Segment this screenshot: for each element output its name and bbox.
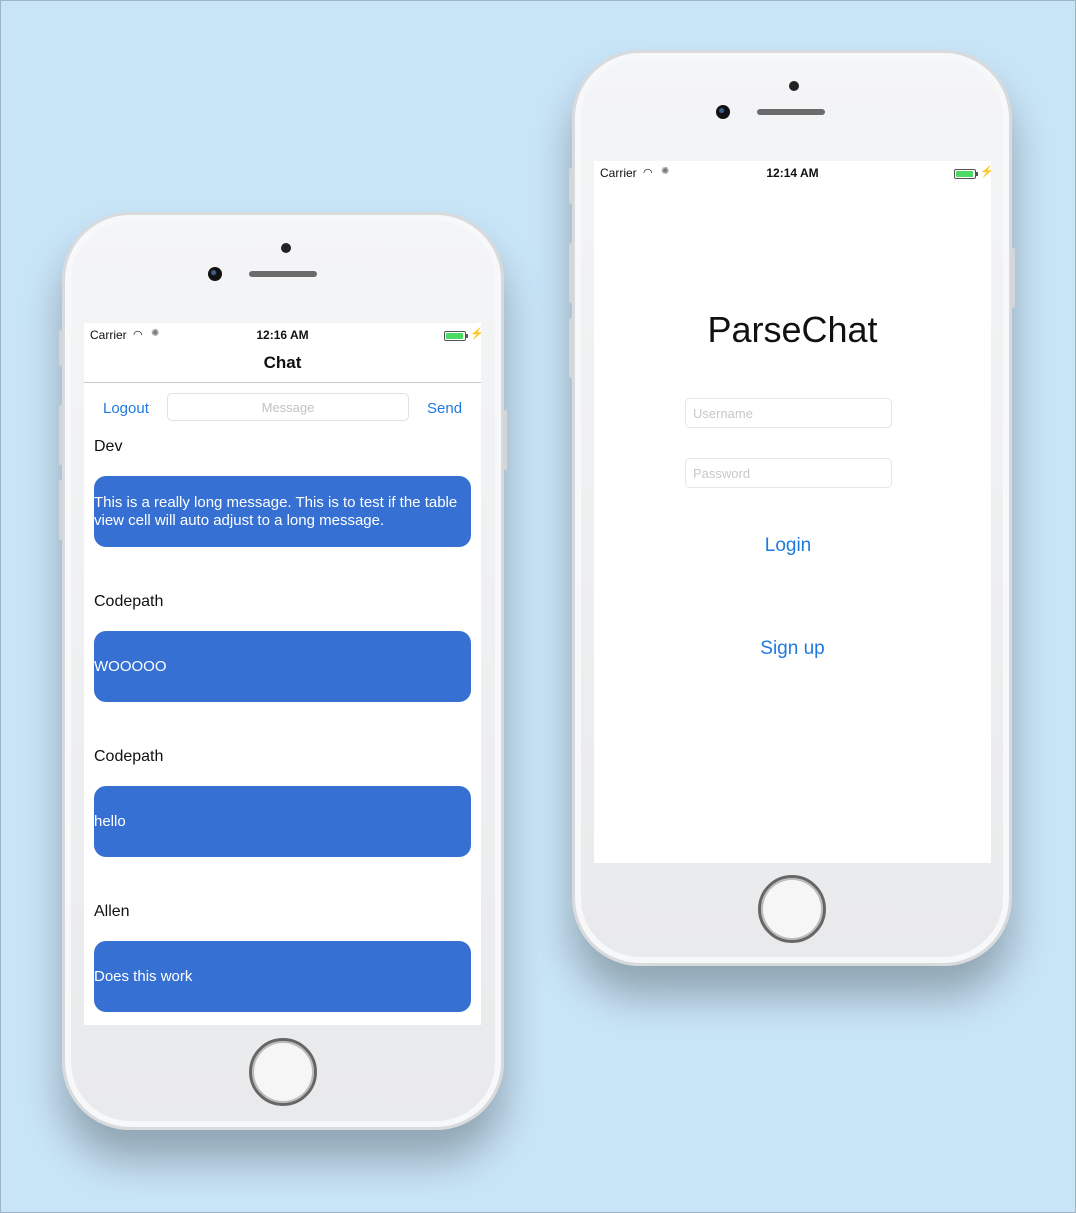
message-text: This is a really long message. This is t… [94, 493, 458, 529]
send-button[interactable]: Send [427, 400, 462, 417]
power-button [503, 410, 507, 470]
charging-bolt-icon: ⚡ [470, 328, 481, 340]
message-bubble: WOOOOO [94, 631, 471, 702]
message-username: Dev [94, 438, 123, 455]
status-time: 12:16 AM [256, 328, 309, 342]
earpiece-speaker [757, 109, 825, 115]
message-text: Does this work [94, 967, 193, 985]
message-bubble: hello [94, 786, 471, 857]
chat-screen: Carrier ◠ ✺ 12:16 AM ⚡ Chat Logout Send … [84, 323, 481, 1025]
logout-button[interactable]: Logout [103, 400, 149, 417]
volume-up-button [569, 243, 573, 303]
front-sensor-icon [789, 81, 799, 91]
login-screen: Carrier ◠ ✺ 12:14 AM ⚡ ParseChat Login S… [594, 161, 991, 863]
earpiece-speaker [249, 271, 317, 277]
phone-login: Carrier ◠ ✺ 12:14 AM ⚡ ParseChat Login S… [569, 50, 1015, 966]
signup-button[interactable]: Sign up [594, 638, 991, 660]
message-bubble: This is a really long message. This is t… [94, 476, 471, 547]
volume-up-button [59, 405, 63, 465]
app-title: ParseChat [707, 309, 878, 350]
charging-bolt-icon: ⚡ [980, 166, 991, 178]
message-username: Allen [94, 903, 130, 920]
login-button[interactable]: Login [594, 535, 991, 557]
message-input[interactable] [167, 393, 409, 421]
status-bar: Carrier ◠ ✺ 12:16 AM ⚡ [84, 323, 481, 345]
front-sensor-icon [281, 243, 291, 253]
username-field[interactable] [685, 398, 892, 428]
home-button[interactable] [758, 875, 826, 943]
power-button [1011, 248, 1015, 308]
front-camera-icon [208, 267, 222, 281]
status-bar: Carrier ◠ ✺ 12:14 AM ⚡ [594, 161, 991, 183]
mute-switch [59, 330, 63, 366]
nav-divider [84, 382, 481, 383]
status-time: 12:14 AM [766, 166, 819, 180]
battery-icon [954, 169, 978, 179]
message-text: WOOOOO [94, 657, 167, 675]
password-field[interactable] [685, 458, 892, 488]
battery-icon [444, 331, 468, 341]
volume-down-button [569, 318, 573, 378]
message-username: Codepath [94, 593, 164, 610]
mute-switch [569, 168, 573, 204]
front-camera-icon [716, 105, 730, 119]
phone-chat: Carrier ◠ ✺ 12:16 AM ⚡ Chat Logout Send … [59, 212, 507, 1130]
volume-down-button [59, 480, 63, 540]
message-bubble: Does this work [94, 941, 471, 1012]
message-text: hello [94, 812, 126, 830]
message-username: Codepath [94, 748, 164, 765]
home-button[interactable] [249, 1038, 317, 1106]
nav-title: Chat [263, 353, 302, 372]
